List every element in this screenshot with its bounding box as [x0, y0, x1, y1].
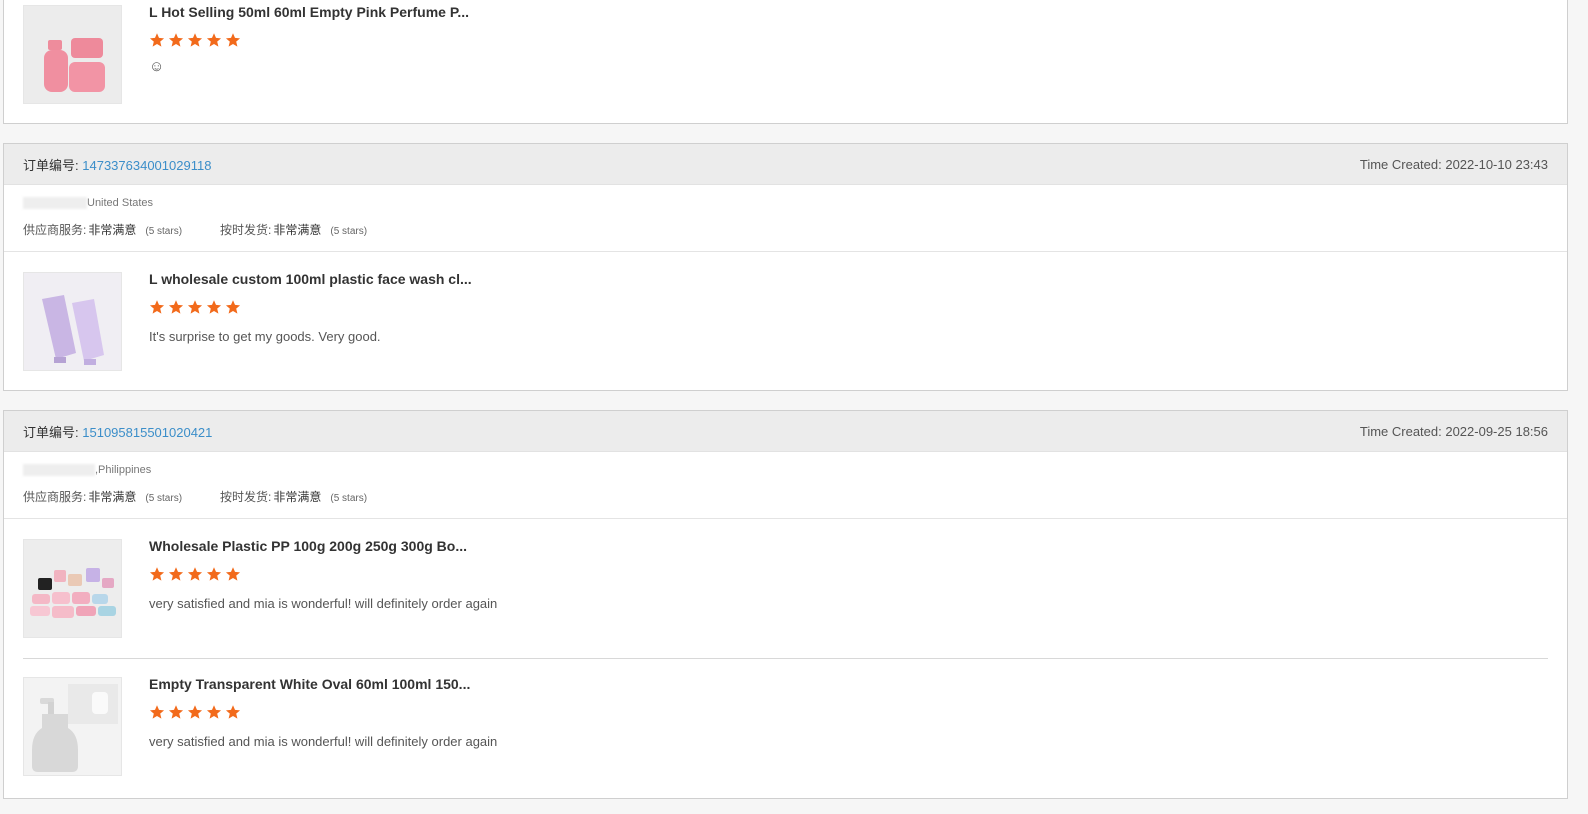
on-time-shipping-rating: 按时发货: 非常满意 (5 stars) [220, 223, 368, 237]
supplier-ratings: 供应商服务: 非常满意 (5 stars) 按时发货: 非常满意 (5 star… [23, 488, 405, 505]
white-pump-bottle-image [24, 678, 121, 775]
cosmetic-jars-image [24, 540, 121, 637]
order-header: 订单编号: 151095815501020421 Time Created: 2… [4, 411, 1567, 452]
order-review-card: 订单编号: 151095815501020421 Time Created: 2… [3, 410, 1568, 799]
order-number-link[interactable]: 147337634001029118 [82, 158, 211, 173]
product-title[interactable]: Empty Transparent White Oval 60ml 100ml … [149, 676, 470, 692]
time-created: Time Created: 2022-10-10 23:43 [1359, 156, 1548, 172]
supplier-service-rating: 供应商服务: 非常满意 (5 stars) [23, 223, 183, 237]
star-icon [187, 33, 203, 47]
star-rating [149, 566, 241, 582]
product-title[interactable]: Wholesale Plastic PP 100g 200g 250g 300g… [149, 538, 467, 554]
star-icon [206, 33, 222, 47]
order-number-label: 订单编号: [23, 424, 79, 440]
on-time-shipping-rating: 按时发货: 非常满意 (5 stars) [220, 490, 368, 504]
order-review-card: 订单编号: 147337634001029118 Time Created: 2… [3, 143, 1568, 391]
product-title[interactable]: L Hot Selling 50ml 60ml Empty Pink Perfu… [149, 4, 469, 20]
star-icon [149, 567, 165, 581]
product-thumbnail[interactable] [23, 539, 122, 638]
star-icon [168, 705, 184, 719]
order-number-label: 订单编号: [23, 157, 79, 173]
review-card-partial: L Hot Selling 50ml 60ml Empty Pink Perfu… [3, 0, 1568, 124]
redacted-buyer-name [23, 464, 95, 477]
star-icon [206, 567, 222, 581]
buyer-location: United States [23, 197, 153, 210]
order-id: 订单编号: 151095815501020421 [23, 422, 212, 441]
time-created: Time Created: 2022-09-25 18:56 [1359, 423, 1548, 439]
star-rating [149, 299, 241, 315]
product-title[interactable]: L wholesale custom 100ml plastic face wa… [149, 271, 472, 287]
star-icon [187, 300, 203, 314]
review-comment: ☺ [149, 58, 165, 75]
product-thumbnail[interactable] [23, 677, 122, 776]
order-number-link[interactable]: 151095815501020421 [82, 425, 212, 440]
review-item: L wholesale custom 100ml plastic face wa… [4, 252, 1567, 390]
review-item: Wholesale Plastic PP 100g 200g 250g 300g… [4, 519, 1567, 657]
star-icon [187, 567, 203, 581]
star-icon [206, 300, 222, 314]
star-icon [225, 300, 241, 314]
buyer-info: ,Philippines 供应商服务: 非常满意 (5 stars) 按时发货:… [4, 452, 1567, 519]
star-icon [225, 705, 241, 719]
review-comment: very satisfied and mia is wonderful! wil… [149, 596, 498, 611]
star-icon [168, 567, 184, 581]
star-icon [149, 705, 165, 719]
star-icon [149, 300, 165, 314]
order-id: 订单编号: 147337634001029118 [23, 155, 211, 174]
buyer-info: United States 供应商服务: 非常满意 (5 stars) 按时发货… [4, 185, 1567, 252]
product-thumbnail[interactable] [23, 272, 122, 371]
star-icon [168, 300, 184, 314]
star-icon [225, 567, 241, 581]
pink-bottle-image [24, 6, 121, 103]
star-icon [206, 705, 222, 719]
supplier-service-rating: 供应商服务: 非常满意 (5 stars) [23, 490, 183, 504]
star-rating [149, 704, 241, 720]
buyer-location: ,Philippines [23, 464, 151, 477]
star-icon [149, 33, 165, 47]
redacted-buyer-name [23, 197, 87, 210]
order-header: 订单编号: 147337634001029118 Time Created: 2… [4, 144, 1567, 185]
supplier-ratings: 供应商服务: 非常满意 (5 stars) 按时发货: 非常满意 (5 star… [23, 221, 405, 238]
product-thumbnail[interactable] [23, 5, 122, 104]
review-item: L Hot Selling 50ml 60ml Empty Pink Perfu… [4, 0, 1567, 125]
star-icon [225, 33, 241, 47]
star-rating [149, 32, 241, 48]
star-icon [187, 705, 203, 719]
purple-tube-image [24, 273, 121, 370]
review-comment: very satisfied and mia is wonderful! wil… [149, 734, 498, 749]
review-item: Empty Transparent White Oval 60ml 100ml … [4, 657, 1567, 797]
star-icon [168, 33, 184, 47]
review-comment: It's surprise to get my goods. Very good… [149, 329, 381, 344]
